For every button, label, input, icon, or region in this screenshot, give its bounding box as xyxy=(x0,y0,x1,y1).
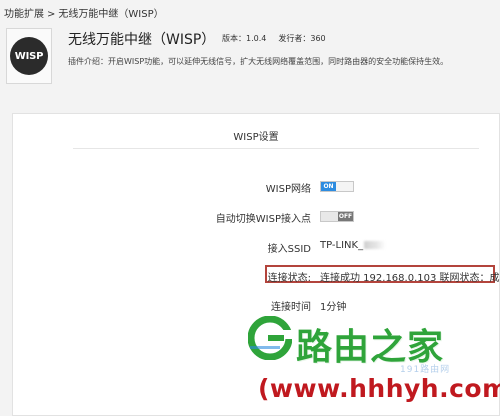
ssid-redacted xyxy=(364,241,387,249)
connection-time-value: 1分钟 xyxy=(320,302,347,313)
app-title: 无线万能中继（WISP） xyxy=(68,32,216,48)
ssid-value: TP-LINK_ xyxy=(320,240,364,251)
connection-time-label: 连接时间 xyxy=(271,302,311,313)
toggle-off-indicator: OFF xyxy=(338,212,353,221)
app-description: 插件介绍：开启WISP功能，可以延伸无线信号，扩大无线网络覆盖范围，同时路由器的… xyxy=(68,57,449,66)
app-header: WISP 无线万能中继（WISP） 版本：1.0.4 发行者：360 插件介绍：开… xyxy=(0,20,500,105)
breadcrumb-parent[interactable]: 功能扩展 xyxy=(4,9,44,20)
wisp-network-label: WISP网络 xyxy=(265,184,311,195)
toggle-on-indicator: ON xyxy=(321,182,336,191)
auto-switch-label: 自动切换WISP接入点 xyxy=(215,214,311,225)
ssid-label: 接入SSID xyxy=(267,244,311,255)
app-version: 版本：1.0.4 xyxy=(222,34,267,43)
panel-divider xyxy=(73,148,479,149)
ssid-value-wrap: TP-LINK_ xyxy=(320,240,387,251)
panel-title: WISP设置 xyxy=(233,132,279,143)
toggle-knob xyxy=(321,212,338,221)
app-meta: 版本：1.0.4 发行者：360 xyxy=(222,33,326,44)
connection-status-label: 连接状态: xyxy=(267,273,311,284)
wisp-network-toggle[interactable]: ON xyxy=(320,181,354,192)
watermark-logo-icon xyxy=(248,316,292,360)
app-publisher: 发行者：360 xyxy=(278,34,326,43)
watermark-url: (www.hhhyh.com) xyxy=(258,374,500,403)
breadcrumb: 功能扩展 > 无线万能中继（WISP） xyxy=(4,5,164,20)
connection-status-value: 连接成功 192.168.0.103 联网状态：成功 xyxy=(320,273,500,284)
auto-switch-toggle[interactable]: OFF xyxy=(320,211,354,222)
wisp-app-icon: WISP xyxy=(6,28,52,84)
wisp-logo-icon: WISP xyxy=(10,37,48,75)
breadcrumb-separator: > xyxy=(47,9,56,20)
breadcrumb-current: 无线万能中继（WISP） xyxy=(58,9,164,20)
